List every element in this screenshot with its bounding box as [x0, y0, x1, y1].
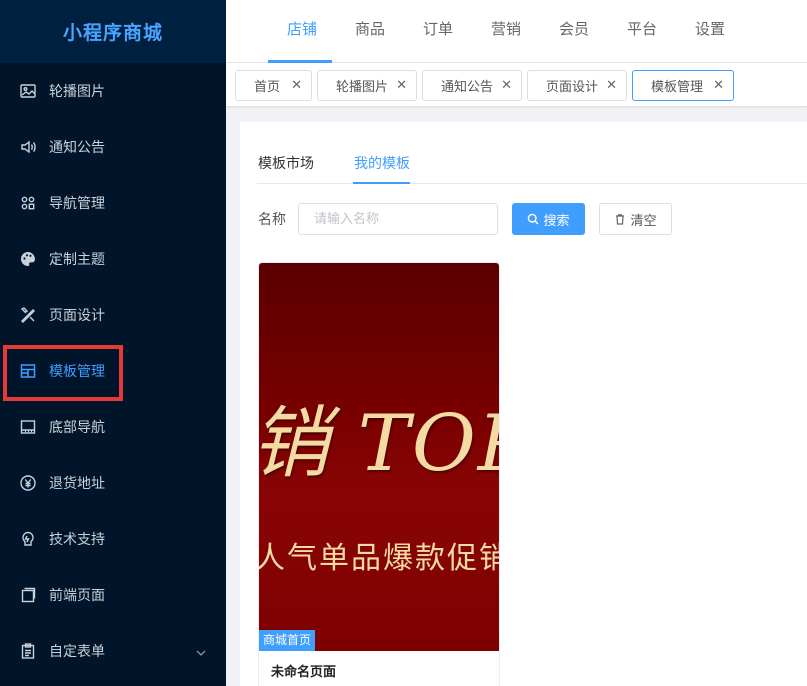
- sidebar-item-support[interactable]: 技术支持: [0, 511, 226, 567]
- name-filter-label: 名称: [258, 212, 286, 228]
- sidebar-item-label: 定制主题: [49, 252, 105, 268]
- sidebar-item-carousel[interactable]: 轮播图片: [0, 63, 226, 119]
- tag-page-design[interactable]: 页面设计 ✕: [527, 70, 627, 101]
- sidebar-item-label: 导航管理: [49, 196, 105, 212]
- yen-refund-icon: [18, 473, 38, 493]
- chevron-down-icon: [196, 645, 206, 661]
- close-icon[interactable]: ✕: [291, 79, 302, 93]
- trash-icon: [616, 214, 625, 225]
- sidebar-item-label: 轮播图片: [49, 84, 105, 100]
- sidebar-item-notice[interactable]: 通知公告: [0, 119, 226, 175]
- tag-home[interactable]: 首页 ✕: [235, 70, 312, 101]
- tags-bar: 首页 ✕ 轮播图片 ✕ 通知公告 ✕ 页面设计 ✕ 模板管理 ✕: [226, 63, 807, 107]
- tag-label: 页面设计: [546, 80, 599, 95]
- image-icon: [18, 81, 38, 101]
- sidebar-item-page-design[interactable]: 页面设计: [0, 287, 226, 343]
- nav-tab-marketing[interactable]: 营销: [491, 0, 521, 63]
- template-type-badge: 商城首页: [259, 630, 316, 651]
- nav-tab-members[interactable]: 会员: [559, 0, 589, 63]
- search-icon: [528, 213, 539, 225]
- name-search-input[interactable]: [298, 203, 498, 235]
- close-icon[interactable]: ✕: [396, 79, 407, 93]
- nav-tab-settings[interactable]: 设置: [695, 0, 725, 63]
- sidebar-item-label: 通知公告: [49, 140, 105, 156]
- tab-my-templates[interactable]: 我的模板: [354, 152, 410, 184]
- sidebar-item-templates[interactable]: 模板管理: [0, 343, 226, 399]
- close-icon[interactable]: ✕: [713, 79, 724, 93]
- close-icon[interactable]: ✕: [501, 79, 512, 93]
- speaker-icon: [18, 137, 38, 157]
- sidebar: 小程序商城 轮播图片 通知公告 导航管理 定制主题 页面设计 模板管理 底部导航…: [0, 0, 226, 686]
- search-button[interactable]: 搜索: [512, 203, 585, 235]
- support-icon: [18, 529, 38, 549]
- sidebar-item-label: 页面设计: [49, 308, 105, 324]
- sidebar-item-label: 技术支持: [49, 532, 105, 548]
- tab-template-market[interactable]: 模板市场: [258, 152, 314, 184]
- nav-tab-store[interactable]: 店铺: [287, 0, 317, 63]
- search-button-label: 搜索: [543, 213, 570, 229]
- tag-label: 模板管理: [651, 80, 704, 95]
- tag-label: 通知公告: [441, 80, 494, 95]
- tag-carousel[interactable]: 轮播图片 ✕: [317, 70, 417, 101]
- sidebar-item-label: 退货地址: [49, 476, 105, 492]
- sidebar-item-label: 前端页面: [49, 588, 105, 604]
- clear-button[interactable]: 清空: [599, 203, 672, 235]
- template-card[interactable]: 销 TOP 人气单品爆款促销 商城首页 未命名页面: [258, 262, 500, 686]
- thumbnail-headline: 销 TOP: [259, 399, 499, 489]
- pages-icon: [18, 585, 38, 605]
- top-nav: 店铺 商品 订单 营销 会员 平台 设置: [226, 0, 807, 63]
- tag-templates[interactable]: 模板管理 ✕: [632, 70, 734, 101]
- tag-label: 轮播图片: [336, 80, 389, 95]
- tab-active-indicator: [353, 182, 410, 184]
- sidebar-item-label: 模板管理: [49, 364, 105, 380]
- sidebar-item-frontend-pages[interactable]: 前端页面: [0, 567, 226, 623]
- palette-icon: [18, 249, 38, 269]
- clear-button-label: 清空: [630, 213, 657, 229]
- nav-tab-products[interactable]: 商品: [355, 0, 385, 63]
- sidebar-item-return-address[interactable]: 退货地址: [0, 455, 226, 511]
- sidebar-item-theme[interactable]: 定制主题: [0, 231, 226, 287]
- sidebar-item-custom-forms[interactable]: 自定表单: [0, 623, 226, 679]
- grid-icon: [18, 193, 38, 213]
- clipboard-icon: [18, 641, 38, 661]
- thumbnail-subtext: 人气单品爆款促销: [259, 541, 499, 576]
- main-panel: 模板市场 我的模板 名称 搜索 清空 销 TOP 人气单品爆款促销 商城首页 未…: [240, 122, 807, 686]
- tag-notice[interactable]: 通知公告 ✕: [422, 70, 522, 101]
- app-logo-title: 小程序商城: [0, 0, 226, 63]
- template-title: 未命名页面: [271, 665, 337, 680]
- template-thumbnail: 销 TOP 人气单品爆款促销: [259, 263, 499, 651]
- template-tabs: 模板市场 我的模板: [257, 152, 807, 184]
- template-icon: [18, 361, 38, 381]
- nav-tab-platform[interactable]: 平台: [627, 0, 657, 63]
- sidebar-item-bottom-nav[interactable]: 底部导航: [0, 399, 226, 455]
- close-icon[interactable]: ✕: [606, 79, 617, 93]
- sidebar-item-label: 自定表单: [49, 644, 105, 660]
- nav-tab-orders[interactable]: 订单: [423, 0, 453, 63]
- sidebar-item-label: 底部导航: [49, 420, 105, 436]
- design-tools-icon: [18, 305, 38, 325]
- bottom-bar-icon: [18, 417, 38, 437]
- tag-label: 首页: [254, 80, 281, 95]
- sidebar-item-navigation[interactable]: 导航管理: [0, 175, 226, 231]
